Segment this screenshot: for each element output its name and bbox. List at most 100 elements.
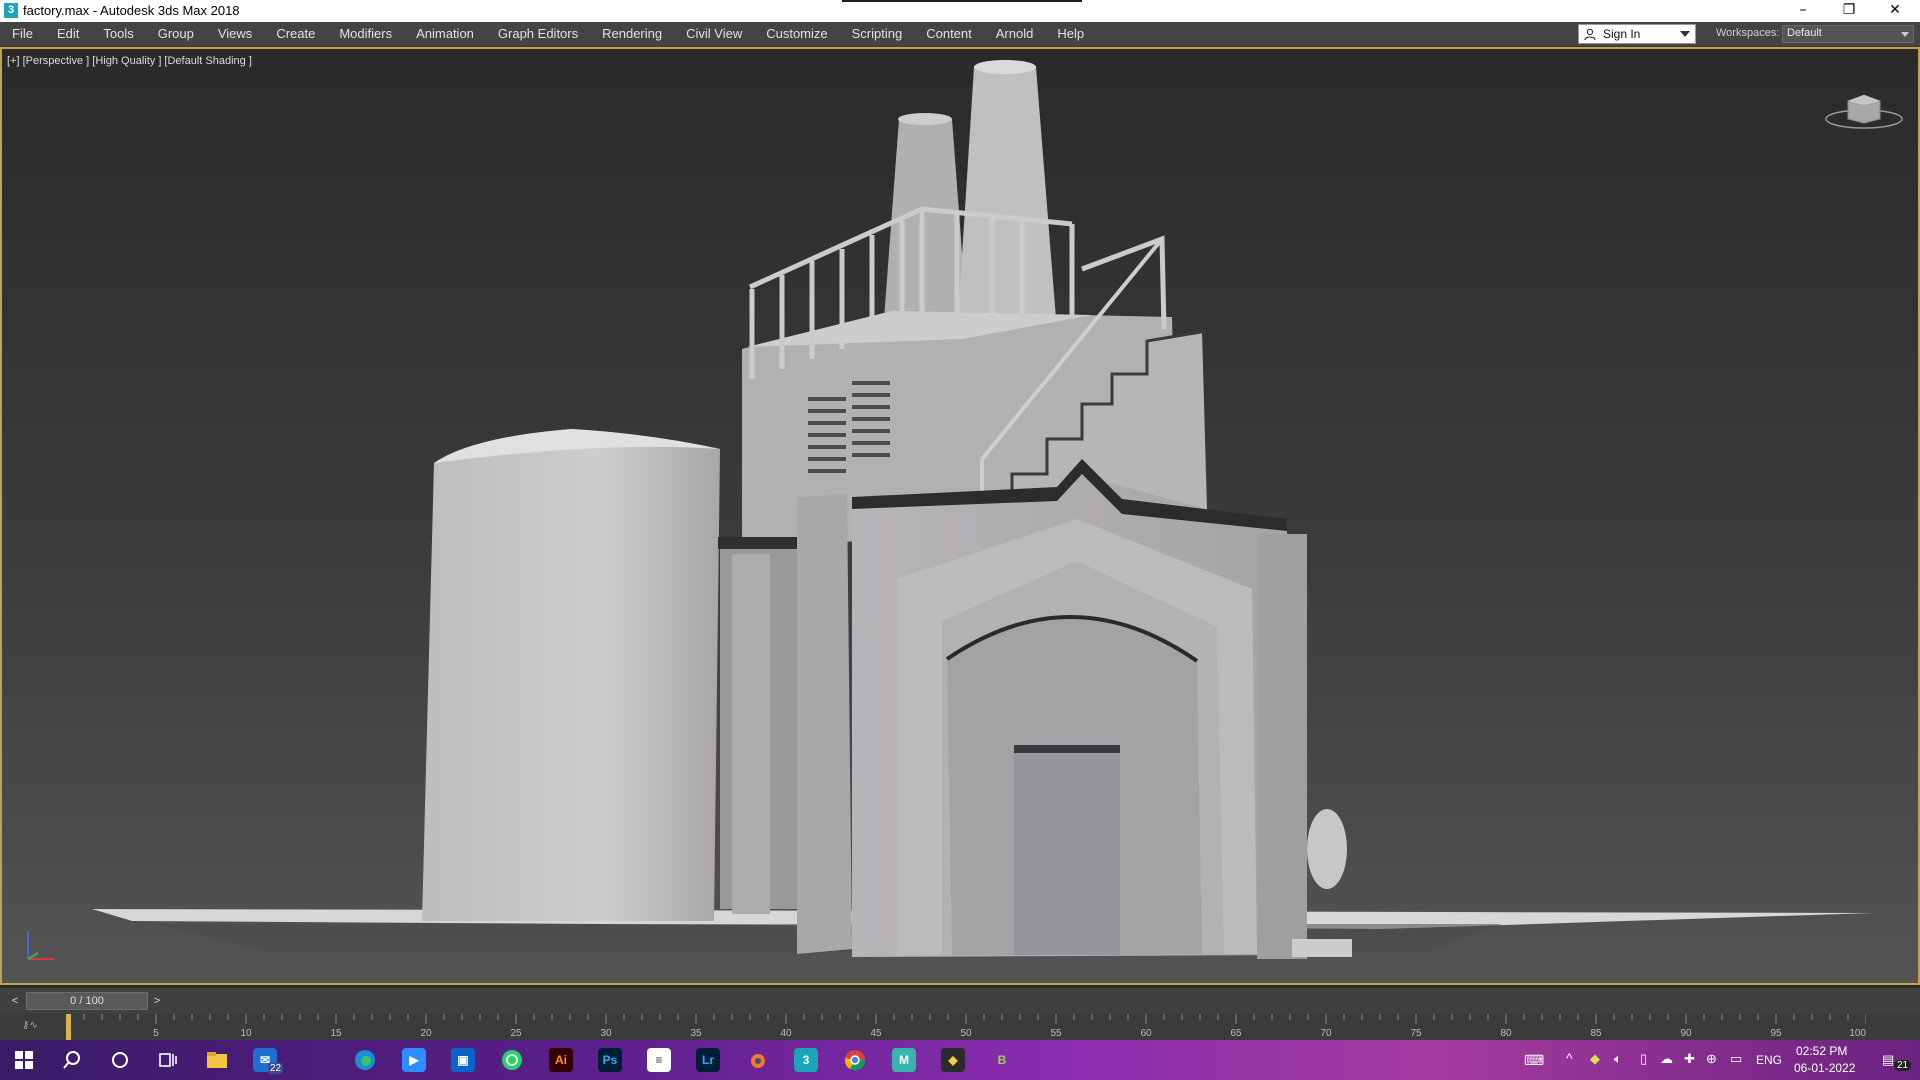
menu-items: File Edit Tools Group Views Create Modif… [0, 22, 1096, 46]
chimney-right-top [974, 60, 1036, 74]
restore-button[interactable]: ❐ [1826, 0, 1872, 22]
norton-icon[interactable]: ◆ [941, 1048, 965, 1072]
timeline-ruler[interactable]: 0510152025303540455055606570758085909510… [66, 1014, 1866, 1040]
time-prev-button[interactable]: < [8, 993, 22, 1009]
title-accent-bar [842, 0, 1082, 2]
time-next-button[interactable]: > [150, 993, 164, 1009]
front-block [797, 494, 852, 954]
ruler-tick-label: 20 [420, 1028, 432, 1039]
globe-icon[interactable]: ⊕ [1706, 1051, 1717, 1067]
menu-customize[interactable]: Customize [754, 22, 839, 46]
sign-in-label: Sign In [1603, 27, 1641, 41]
factory-scene[interactable] [2, 49, 1918, 983]
track-key-icon[interactable]: ⚷∿ [22, 1020, 38, 1031]
3dsmax-app-icon[interactable]: 3 [4, 3, 18, 18]
ruler-tick-label: 90 [1680, 1028, 1692, 1039]
viewcube-icon[interactable] [1824, 87, 1904, 131]
ruler-tick-label: 80 [1500, 1028, 1512, 1039]
axis-tripod-icon [27, 931, 54, 960]
edge-icon[interactable] [353, 1048, 377, 1072]
side-cylinder [1307, 809, 1347, 889]
ruler-tick-label: 10 [240, 1028, 252, 1039]
chrome-icon[interactable] [843, 1048, 867, 1072]
chimney-right [958, 67, 1056, 319]
menu-views[interactable]: Views [206, 22, 264, 46]
perspective-viewport[interactable]: [+] [Perspective ] [High Quality ] [Defa… [0, 47, 1920, 985]
menu-scripting[interactable]: Scripting [840, 22, 915, 46]
maya-icon[interactable]: M [892, 1048, 916, 1072]
notepad-icon[interactable]: ≡ [647, 1048, 671, 1072]
ruler-tick-label: 40 [780, 1028, 792, 1039]
zoom-icon[interactable]: ▶ [402, 1048, 426, 1072]
file-explorer-icon[interactable] [205, 1048, 229, 1072]
ruler-tick-label: 75 [1410, 1028, 1422, 1039]
chevron-down-icon [1901, 32, 1909, 37]
current-frame-marker[interactable] [66, 1014, 71, 1040]
menu-arnold[interactable]: Arnold [984, 22, 1046, 46]
menu-rendering[interactable]: Rendering [590, 22, 674, 46]
volume-icon[interactable]: 🔈︎ [1614, 1051, 1622, 1067]
ruler-tick-label: 70 [1320, 1028, 1332, 1039]
ruler-tick-label: 65 [1230, 1028, 1242, 1039]
time-slider[interactable]: < 0 / 100 > [0, 988, 1920, 1014]
illustrator-icon[interactable]: Ai [549, 1048, 573, 1072]
onedrive-icon[interactable]: ☁ [1660, 1051, 1673, 1067]
window-title: factory.max - Autodesk 3ds Max 2018 [23, 3, 240, 18]
ruler-tick-label: 15 [330, 1028, 342, 1039]
menu-tools[interactable]: Tools [91, 22, 145, 46]
ruler-tick-label: 55 [1050, 1028, 1062, 1039]
side-block [1292, 939, 1352, 957]
storage-tank [422, 429, 720, 921]
ruler-tick-label: 100 [1849, 1028, 1866, 1039]
blender-icon[interactable] [745, 1048, 769, 1072]
clock-time[interactable]: 02:52 PM [1796, 1044, 1847, 1058]
ruler-tick-label: 5 [153, 1028, 159, 1039]
lightroom-icon[interactable]: Lr [696, 1048, 720, 1072]
right-pier [1257, 534, 1307, 959]
keyboard-icon[interactable]: ⌨ [1524, 1052, 1544, 1069]
ruler-tick-label: 25 [510, 1028, 522, 1039]
bitdefender-icon[interactable]: B [990, 1048, 1014, 1072]
whatsapp-icon[interactable] [500, 1048, 524, 1072]
battery-icon[interactable]: ▯ [1640, 1051, 1647, 1067]
clock-date[interactable]: 06-01-2022 [1794, 1061, 1855, 1075]
ruler-tick-label: 30 [600, 1028, 612, 1039]
main-door [1014, 745, 1120, 955]
menu-group[interactable]: Group [146, 22, 206, 46]
viewport-label[interactable]: [+] [Perspective ] [High Quality ] [Defa… [7, 55, 252, 67]
cortana-icon[interactable] [108, 1048, 132, 1072]
menu-help[interactable]: Help [1045, 22, 1096, 46]
sign-in-dropdown[interactable]: Sign In [1578, 24, 1696, 44]
menu-graph-editors[interactable]: Graph Editors [486, 22, 590, 46]
user-icon [1584, 28, 1596, 40]
menu-civil-view[interactable]: Civil View [674, 22, 754, 46]
workspace-select[interactable]: Default [1782, 25, 1914, 43]
norton-tray-icon[interactable]: ◆ [1590, 1051, 1600, 1067]
menu-modifiers[interactable]: Modifiers [327, 22, 404, 46]
language-indicator[interactable]: ENG [1756, 1053, 1782, 1067]
close-button[interactable]: ✕ [1872, 0, 1918, 22]
frame-readout: 0 / 100 [70, 995, 104, 1007]
menu-edit[interactable]: Edit [45, 22, 91, 46]
task-view-icon[interactable] [156, 1048, 180, 1072]
chevron-up-icon[interactable]: ^ [1566, 1050, 1573, 1066]
3dsmax-icon[interactable]: 3 [794, 1048, 818, 1072]
workspace-value: Default [1787, 27, 1822, 39]
mail-badge: 22 [268, 1063, 284, 1074]
menu-content[interactable]: Content [914, 22, 984, 46]
store-icon[interactable]: ▣ [451, 1048, 475, 1072]
display-icon[interactable]: ▭ [1730, 1051, 1742, 1067]
notification-center-icon[interactable]: ▤ [1882, 1052, 1894, 1068]
workspaces-label: Workspaces: [1716, 27, 1780, 39]
time-slider-thumb[interactable]: 0 / 100 [26, 992, 148, 1010]
search-icon[interactable] [60, 1048, 84, 1072]
ruler-tick-label: 45 [870, 1028, 882, 1039]
photoshop-icon[interactable]: Ps [598, 1048, 622, 1072]
windows-start-icon[interactable] [12, 1048, 36, 1072]
network-icon[interactable]: ✚ [1684, 1051, 1695, 1067]
minimize-button[interactable]: – [1780, 0, 1826, 22]
menu-create[interactable]: Create [264, 22, 327, 46]
track-bar[interactable]: ⚷∿ 0510152025303540455055606570758085909… [0, 1014, 1920, 1040]
menu-animation[interactable]: Animation [404, 22, 486, 46]
menu-file[interactable]: File [0, 22, 45, 46]
